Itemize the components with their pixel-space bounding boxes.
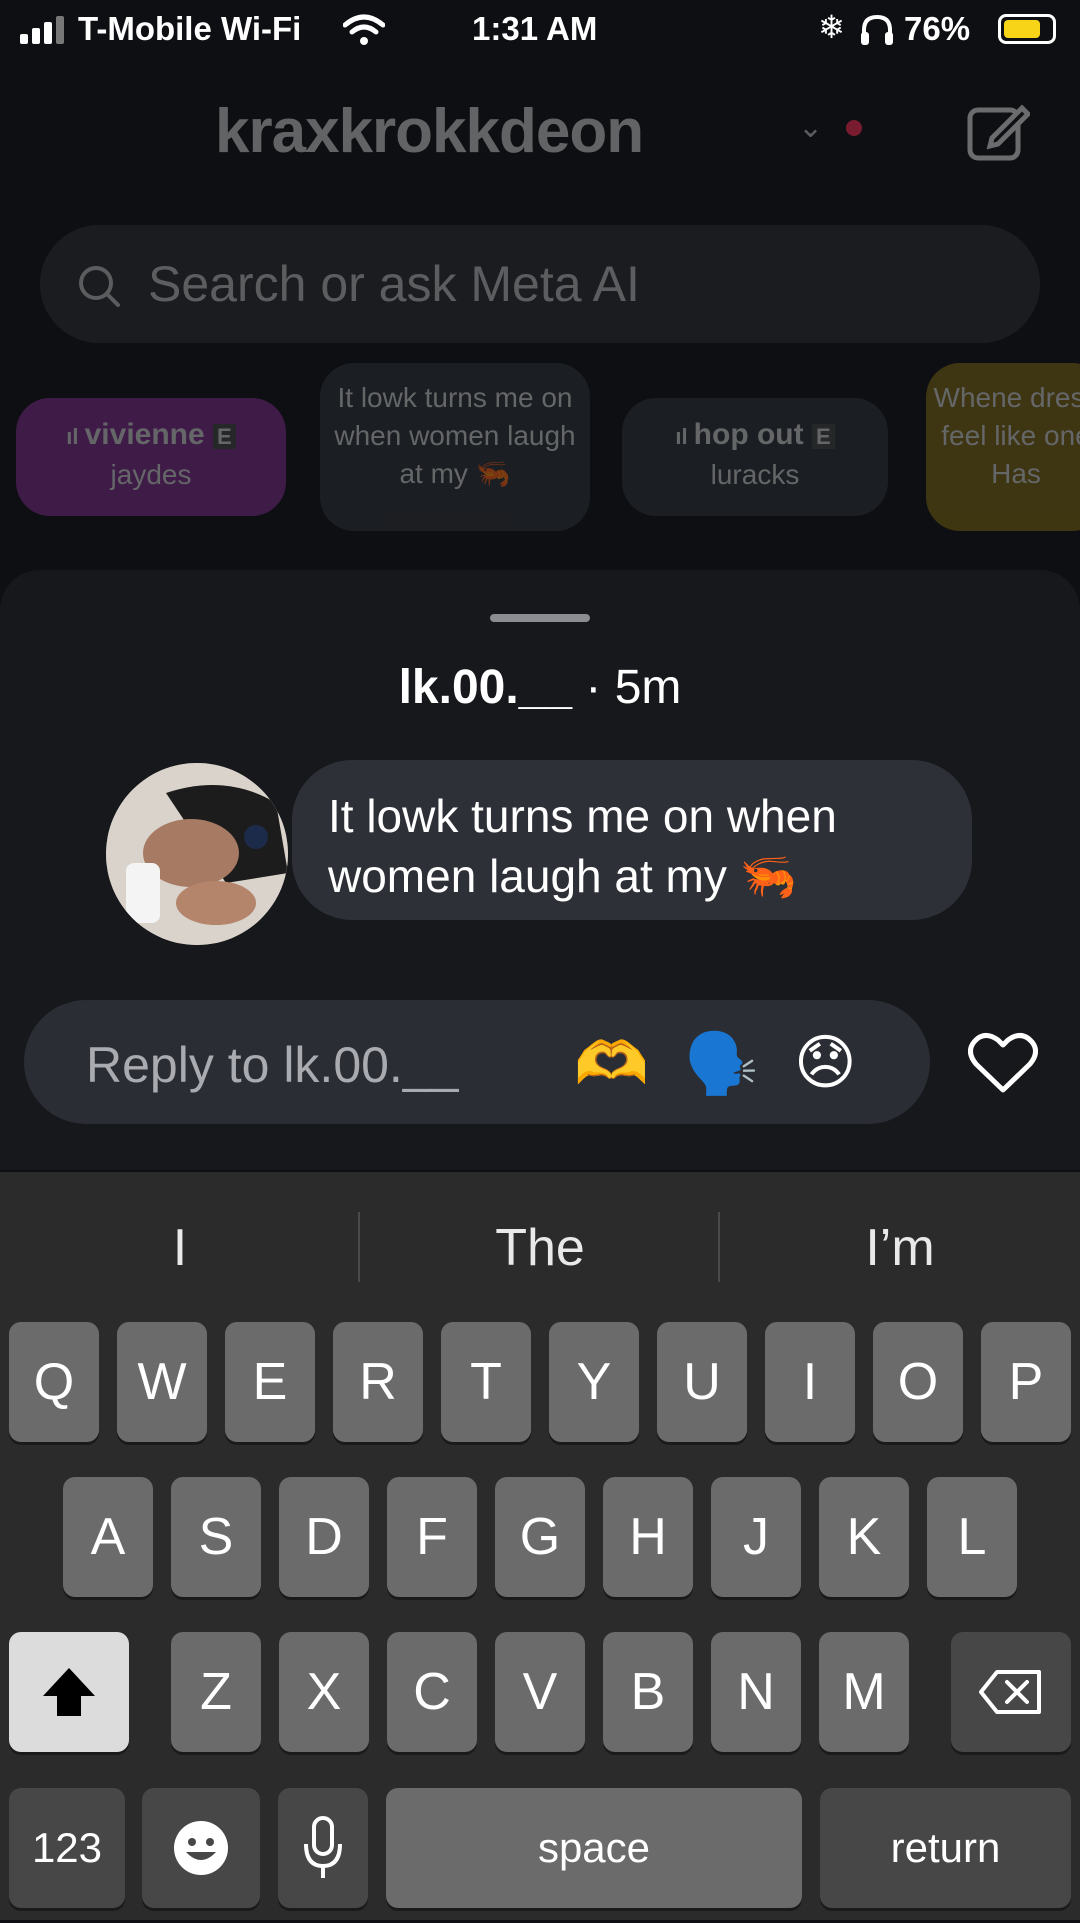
key-q[interactable]: Q <box>9 1322 99 1442</box>
key-i[interactable]: I <box>765 1322 855 1442</box>
key-u[interactable]: U <box>657 1322 747 1442</box>
key-p[interactable]: P <box>981 1322 1071 1442</box>
backspace-key[interactable] <box>951 1632 1071 1752</box>
battery-percentage: 76% <box>904 10 971 47</box>
notification-dot <box>846 120 862 136</box>
note-hop-out[interactable]: ıl hop out E luracks <box>622 398 888 516</box>
key-y[interactable]: Y <box>549 1322 639 1442</box>
space-key[interactable]: space <box>386 1788 802 1908</box>
compose-icon[interactable] <box>966 100 1030 164</box>
key-n[interactable]: N <box>711 1632 801 1752</box>
avatar[interactable] <box>106 763 288 945</box>
note-song-title: hop out <box>693 418 804 451</box>
reply-input[interactable]: Reply to lk.00.__ 🫶 🗣️ 😞 <box>24 1000 930 1124</box>
shift-icon <box>43 1668 95 1716</box>
keyboard: I The I’m 123 space return Q W E R T Y U… <box>0 1172 1080 1920</box>
speaking-head-reaction[interactable]: 🗣️ <box>684 1028 759 1099</box>
suggestion-1[interactable]: I <box>0 1218 360 1278</box>
heart-hands-reaction[interactable]: 🫶 <box>574 1028 649 1099</box>
key-h[interactable]: H <box>603 1477 693 1597</box>
carrier-label: T-Mobile Wi-Fi <box>78 10 302 47</box>
key-k[interactable]: K <box>819 1477 909 1597</box>
predictive-bar: I The I’m <box>0 1172 1080 1322</box>
shift-key[interactable] <box>9 1632 129 1752</box>
numbers-key[interactable]: 123 <box>9 1788 125 1908</box>
key-a[interactable]: A <box>63 1477 153 1597</box>
note-message: It lowk turns me on when women laugh at … <box>328 790 837 902</box>
dictation-key[interactable] <box>278 1788 368 1908</box>
key-g[interactable]: G <box>495 1477 585 1597</box>
note-text[interactable]: It lowk turns me on when women laugh at … <box>320 363 590 531</box>
meta-ai-search-icon <box>79 266 120 307</box>
note-song-title: vivienne <box>84 418 205 451</box>
microphone-icon <box>304 1816 342 1878</box>
note-artist: jaydes <box>110 459 192 490</box>
key-l[interactable]: L <box>927 1477 1017 1597</box>
note-bubble: It lowk turns me on when women laugh at … <box>292 760 972 920</box>
signal-icon <box>20 16 64 44</box>
heart-icon[interactable] <box>968 1032 1038 1094</box>
return-key[interactable]: return <box>820 1788 1071 1908</box>
avatar-photo <box>106 763 288 945</box>
key-f[interactable]: F <box>387 1477 477 1597</box>
sheet-grabber[interactable] <box>490 614 590 622</box>
key-v[interactable]: V <box>495 1632 585 1752</box>
backspace-icon <box>979 1670 1041 1714</box>
emoji-key[interactable] <box>142 1788 260 1908</box>
search-placeholder: Search or ask Meta AI <box>148 256 640 312</box>
suggestion-3[interactable]: I’m <box>720 1218 1080 1278</box>
note-artist: luracks <box>710 459 800 490</box>
key-b[interactable]: B <box>603 1632 693 1752</box>
key-x[interactable]: X <box>279 1632 369 1752</box>
key-c[interactable]: C <box>387 1632 477 1752</box>
key-t[interactable]: T <box>441 1322 531 1442</box>
key-d[interactable]: D <box>279 1477 369 1597</box>
note-author[interactable]: lk.00.__ <box>399 661 572 714</box>
wifi-icon <box>343 14 385 45</box>
key-o[interactable]: O <box>873 1322 963 1442</box>
disappointed-face-reaction[interactable]: 😞 <box>794 1028 857 1098</box>
key-z[interactable]: Z <box>171 1632 261 1752</box>
status-bar: T-Mobile Wi-Fi 1:31 AM ❄ 76% <box>0 0 1080 60</box>
note-reply-sheet: lk.00.__ · 5m It lowk turns me on when w… <box>0 570 1080 1170</box>
emoji-icon <box>174 1821 228 1875</box>
key-e[interactable]: E <box>225 1322 315 1442</box>
note-text-partial[interactable]: Whene dress feel like one Has <box>926 363 1080 531</box>
reply-placeholder: Reply to lk.00.__ <box>86 1037 459 1093</box>
inbox-background: kraxkrokkdeon ⌄ Search or ask Meta AI ıl… <box>0 60 1080 580</box>
key-w[interactable]: W <box>117 1322 207 1442</box>
snowflake-icon: ❄ <box>818 9 845 45</box>
account-username[interactable]: kraxkrokkdeon <box>215 96 644 167</box>
suggestion-2[interactable]: The <box>360 1218 720 1278</box>
headphones-icon <box>861 14 893 45</box>
note-vivienne[interactable]: ıl vivienne E jaydes <box>16 398 286 516</box>
key-m[interactable]: M <box>819 1632 909 1752</box>
sheet-header: lk.00.__ · 5m <box>0 660 1080 715</box>
note-time: · 5m <box>585 661 682 714</box>
search-bar[interactable]: Search or ask Meta AI <box>40 225 1040 343</box>
clock: 1:31 AM <box>472 10 598 47</box>
key-j[interactable]: J <box>711 1477 801 1597</box>
key-r[interactable]: R <box>333 1322 423 1442</box>
key-s[interactable]: S <box>171 1477 261 1597</box>
chevron-down-icon[interactable]: ⌄ <box>798 110 823 145</box>
battery-icon <box>998 14 1056 44</box>
